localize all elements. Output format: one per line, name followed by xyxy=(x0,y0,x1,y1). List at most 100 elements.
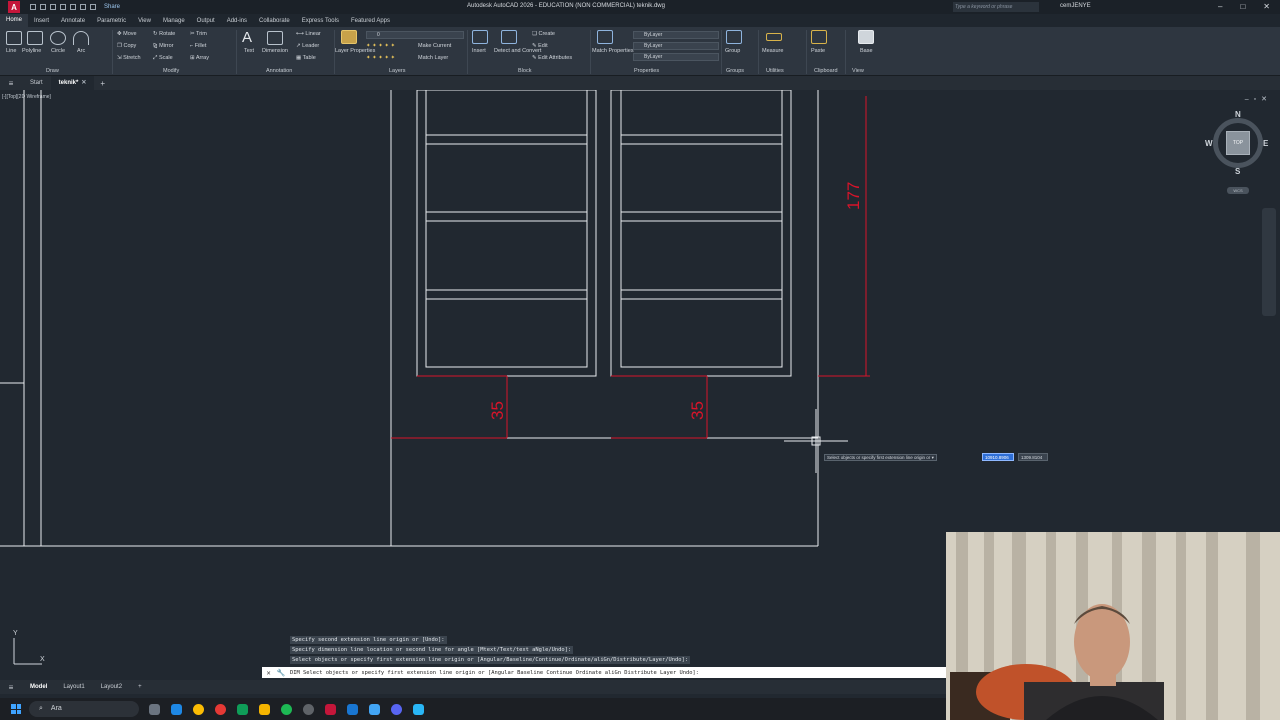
tab-insert[interactable]: Insert xyxy=(28,18,55,24)
share-button[interactable]: Share xyxy=(104,4,120,10)
utilities-panel-label[interactable]: Utilities xyxy=(766,68,784,74)
tab-model[interactable]: Model xyxy=(22,684,55,690)
open-icon[interactable] xyxy=(40,4,46,10)
tab-add-ins[interactable]: Add-ins xyxy=(221,18,253,24)
insert-button[interactable]: Insert xyxy=(472,48,486,54)
tab-layout1[interactable]: Layout1 xyxy=(55,684,92,690)
dimension-text-left[interactable]: 35 xyxy=(488,401,508,420)
compass-west[interactable]: W xyxy=(1205,139,1213,148)
vscode-icon[interactable] xyxy=(347,703,358,715)
move-button[interactable]: ✥ Move xyxy=(117,31,137,37)
menu-icon[interactable]: ≡ xyxy=(0,79,22,88)
undo-icon[interactable] xyxy=(80,4,86,10)
stretch-button[interactable]: ⇲ Stretch xyxy=(117,55,141,61)
discord-icon[interactable] xyxy=(391,703,402,715)
trim-button[interactable]: ✂ Trim xyxy=(190,31,207,37)
edit-block-button[interactable]: ✎ Edit xyxy=(532,43,548,49)
file-explorer-icon[interactable] xyxy=(259,703,270,715)
wrench-icon[interactable]: 🔧 xyxy=(277,669,286,677)
new-tab-icon[interactable]: + xyxy=(100,79,105,88)
group-icon[interactable] xyxy=(726,30,742,44)
layer-dropdown[interactable]: 0 xyxy=(366,31,464,39)
close-icon[interactable]: ✕ xyxy=(1263,2,1270,11)
redo-icon[interactable] xyxy=(90,4,96,10)
color-dropdown[interactable]: ByLayer xyxy=(633,31,719,39)
measure-button[interactable]: Measure xyxy=(762,48,783,54)
insert-icon[interactable] xyxy=(472,30,488,44)
text-button[interactable]: Text xyxy=(244,48,254,54)
paste-button[interactable]: Paste xyxy=(811,48,825,54)
dynamic-input-y-field[interactable]: 1309.8104 xyxy=(1018,453,1048,461)
close-icon[interactable]: ✕ xyxy=(267,669,271,677)
rotate-button[interactable]: ↻ Rotate xyxy=(153,31,175,37)
down-arrow-icon[interactable]: ▾ xyxy=(932,455,934,460)
plot-icon[interactable] xyxy=(70,4,76,10)
tab-output[interactable]: Output xyxy=(191,18,221,24)
dynamic-input-x-field[interactable]: 10910.8906 xyxy=(982,453,1014,461)
tab-start[interactable]: Start xyxy=(22,80,51,86)
mirror-button[interactable]: ⧎ Mirror xyxy=(153,43,174,49)
make-current-button[interactable]: Make Current xyxy=(418,43,451,49)
navigation-bar[interactable] xyxy=(1262,208,1276,316)
modify-panel-label[interactable]: Modify xyxy=(163,68,179,74)
measure-icon[interactable] xyxy=(766,33,782,41)
app-icon[interactable] xyxy=(369,703,380,715)
tab-collaborate[interactable]: Collaborate xyxy=(253,18,296,24)
detect-convert-button[interactable]: Detect and Convert xyxy=(494,48,541,55)
array-button[interactable]: ⊞ Array xyxy=(190,55,209,61)
autocad-logo[interactable]: A xyxy=(8,1,20,13)
annotation-panel-label[interactable]: Annotation xyxy=(266,68,292,74)
store-icon[interactable] xyxy=(237,703,248,715)
add-layout-icon[interactable]: + xyxy=(130,684,150,690)
tab-view[interactable]: View xyxy=(132,18,157,24)
command-line[interactable]: ✕ 🔧 DIM Select objects or specify first … xyxy=(262,667,946,678)
layer-tools-icon[interactable]: ✦ ✦ ✦ ✦ ✦ xyxy=(366,43,395,49)
scale-button[interactable]: ⤢ Scale xyxy=(153,55,173,62)
viewcube[interactable]: TOP N S E W WCS xyxy=(1205,110,1271,198)
draw-panel-label[interactable]: Draw xyxy=(46,68,59,74)
linear-button[interactable]: ⟷ Linear xyxy=(296,31,321,37)
windows-start-icon[interactable] xyxy=(11,704,21,714)
maximize-icon[interactable]: □ xyxy=(1240,2,1245,11)
layer-properties-icon[interactable] xyxy=(341,30,357,44)
spotify-icon[interactable] xyxy=(281,703,292,715)
chrome-icon[interactable] xyxy=(193,703,204,715)
layers-panel-label[interactable]: Layers xyxy=(389,68,406,74)
table-button[interactable]: ▦ Table xyxy=(296,55,316,61)
tab-teknik[interactable]: teknik* ✕ xyxy=(50,76,95,90)
clipboard-panel-label[interactable]: Clipboard xyxy=(814,68,838,74)
dimension-text-vertical[interactable]: 177 xyxy=(844,182,864,210)
taskbar-search[interactable]: ⌕ Ara xyxy=(29,701,139,717)
autocad-taskbar-icon[interactable] xyxy=(325,703,336,715)
tab-featured-apps[interactable]: Featured Apps xyxy=(345,18,396,24)
compass-south[interactable]: S xyxy=(1235,167,1240,176)
save-as-icon[interactable] xyxy=(60,4,66,10)
tab-express-tools[interactable]: Express Tools xyxy=(296,18,345,24)
tab-layout2[interactable]: Layout2 xyxy=(93,684,130,690)
user-account[interactable]: cemJENYE xyxy=(1060,3,1091,9)
tab-annotate[interactable]: Annotate xyxy=(55,18,91,24)
minimize-icon[interactable]: – xyxy=(1218,2,1222,11)
tab-manage[interactable]: Manage xyxy=(157,18,191,24)
new-icon[interactable] xyxy=(30,4,36,10)
fillet-button[interactable]: ⌐ Fillet xyxy=(190,43,206,49)
base-view-icon[interactable] xyxy=(858,30,874,44)
base-button[interactable]: Base xyxy=(860,48,873,54)
detect-convert-icon[interactable] xyxy=(501,30,517,44)
linetype-dropdown[interactable]: ByLayer xyxy=(633,42,719,50)
obs-icon[interactable] xyxy=(303,703,314,715)
create-block-button[interactable]: ❏ Create xyxy=(532,31,555,37)
text-icon[interactable]: A xyxy=(242,29,252,46)
layer-properties-button[interactable]: Layer Properties xyxy=(335,48,375,55)
layer-states-icon[interactable]: ✦ ✦ ✦ ✦ ✦ xyxy=(366,55,395,61)
groups-panel-label[interactable]: Groups xyxy=(726,68,744,74)
leader-button[interactable]: ↗ Leader xyxy=(296,43,319,49)
tab-home[interactable]: Home xyxy=(0,14,29,27)
circle-button[interactable]: Circle xyxy=(51,48,65,54)
match-properties-button[interactable]: Match Properties xyxy=(592,48,634,55)
dimension-text-right[interactable]: 35 xyxy=(688,401,708,420)
copy-button[interactable]: ❐ Copy xyxy=(117,43,136,49)
arc-icon[interactable] xyxy=(73,31,89,45)
lineweight-dropdown[interactable]: ByLayer xyxy=(633,53,719,61)
compass-east[interactable]: E xyxy=(1263,139,1268,148)
